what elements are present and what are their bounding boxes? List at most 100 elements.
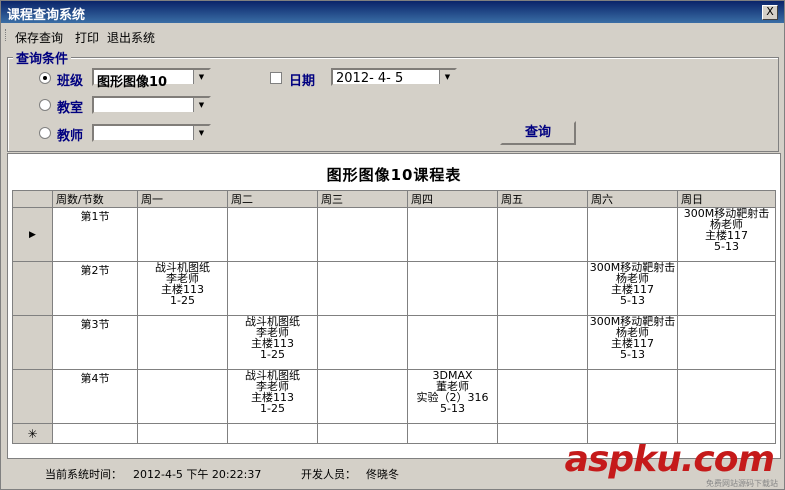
query-conditions-title: 查询条件 [13,48,72,67]
course-cell[interactable]: 战斗机图纸 李老师 主楼113 1-25 [227,369,318,424]
developer-value: 佟晓冬 [366,468,399,481]
course-cell[interactable] [137,207,228,262]
course-cell[interactable]: 战斗机图纸 李老师 主楼113 1-25 [137,261,228,316]
course-cell[interactable] [227,207,318,262]
column-header[interactable]: 周六 [587,190,678,208]
course-cell[interactable] [317,261,408,316]
column-header[interactable]: 周五 [497,190,588,208]
room-label: 教室 [57,101,84,116]
table-row[interactable]: ▶ 第1节 300M移动靶射击 杨老师 主楼117 5-13 [12,207,776,262]
course-cell[interactable]: 战斗机图纸 李老师 主楼113 1-25 [227,315,318,370]
teacher-select[interactable]: ▼ [92,124,211,142]
table-row[interactable]: 第3节 战斗机图纸 李老师 主楼113 1-25 300M移动靶射击 杨老师 主楼117 5-1… [12,315,776,370]
class-radio[interactable] [39,72,51,84]
close-button[interactable]: X [762,5,778,20]
timetable-table: 周数/节数 周一 周二 周三 周四 周五 周六 周日 ▶ 第1节 300M移动靶射击… [12,190,776,444]
slot-cell[interactable]: 第3节 [52,315,138,370]
teacher-radio[interactable] [39,127,51,139]
course-cell[interactable] [677,369,776,424]
room-radio[interactable] [39,99,51,111]
menu-item-save-query[interactable]: 保存查询 [15,29,63,46]
column-header[interactable]: 周一 [137,190,228,208]
course-cell[interactable] [677,315,776,370]
class-select-value: 图形图像10 [97,75,168,90]
empty-cell[interactable] [137,423,228,444]
course-cell[interactable] [317,315,408,370]
course-cell[interactable] [407,315,498,370]
course-cell-line: 5-13 [714,240,739,253]
new-row-selector[interactable]: ✳ [12,423,53,444]
column-header[interactable]: 周三 [317,190,408,208]
window-title: 课程查询系统 [7,8,86,23]
empty-cell[interactable] [227,423,318,444]
course-cell-line: 5-13 [620,294,645,307]
date-label: 日期 [289,74,316,89]
course-cell[interactable]: 3DMAX 董老师 实验（2）316 5-13 [407,369,498,424]
menu-item-exit[interactable]: 退出系统 [107,29,155,46]
slot-cell[interactable]: 第4节 [52,369,138,424]
table-row[interactable]: 第4节 战斗机图纸 李老师 主楼113 1-25 3DMAX 董老师 实验（2）316 5-13 [12,369,776,424]
course-cell[interactable]: 300M移动靶射击 杨老师 主楼117 5-13 [677,207,776,262]
chevron-down-icon[interactable]: ▼ [193,70,209,84]
row-selector-header [12,190,53,208]
header-row: 周数/节数 周一 周二 周三 周四 周五 周六 周日 [12,190,776,208]
menu-grip [5,29,8,41]
course-cell[interactable]: 300M移动靶射击 杨老师 主楼117 5-13 [587,315,678,370]
course-cell[interactable] [497,315,588,370]
slot-cell[interactable]: 第2节 [52,261,138,316]
chevron-down-icon[interactable]: ▼ [193,126,209,140]
system-time-value: 2012-4-5 下午 20:22:37 [133,468,262,481]
course-cell[interactable] [497,207,588,262]
course-cell[interactable] [587,207,678,262]
course-cell[interactable] [587,369,678,424]
class-select[interactable]: 图形图像10 ▼ [92,68,211,90]
teacher-label: 教师 [57,129,84,144]
query-button[interactable]: 查询 [500,121,576,145]
column-header[interactable]: 周四 [407,190,498,208]
slot-cell[interactable]: 第1节 [52,207,138,262]
course-cell-line: 5-13 [620,348,645,361]
empty-cell[interactable] [407,423,498,444]
course-cell[interactable] [227,261,318,316]
column-header[interactable]: 周数/节数 [52,190,138,208]
row-selector[interactable] [12,315,53,370]
row-selector[interactable] [12,369,53,424]
timetable-grid: 图形图像10课程表 周数/节数 周一 周二 周三 周四 周五 周六 周日 ▶ 第1… [7,153,781,459]
room-select[interactable]: ▼ [92,96,211,114]
main-window: 课程查询系统 X 保存查询 打印 退出系统 查询条件 班级 图形图像10 ▼ 日… [0,0,785,490]
course-cell[interactable] [137,315,228,370]
course-cell[interactable] [317,207,408,262]
date-picker-value: 2012- 4- 5 [336,71,404,86]
table-row[interactable]: 第2节 战斗机图纸 李老师 主楼113 1-25 300M移动靶射击 杨老师 主楼117 5-1… [12,261,776,316]
course-cell[interactable] [407,261,498,316]
date-picker[interactable]: 2012- 4- 5 ▼ [331,68,457,86]
course-cell[interactable] [677,261,776,316]
course-cell[interactable] [497,261,588,316]
column-header[interactable]: 周二 [227,190,318,208]
watermark-logo: aspku.com [564,439,775,480]
menu-item-print[interactable]: 打印 [75,29,99,46]
class-label: 班级 [57,74,84,89]
empty-cell[interactable] [52,423,138,444]
course-cell[interactable] [407,207,498,262]
watermark-subtext: 免费网站源码下载站 [706,479,778,488]
date-checkbox[interactable] [270,72,282,84]
course-cell[interactable] [317,369,408,424]
course-cell[interactable] [137,369,228,424]
course-cell-line: 1-25 [260,402,285,415]
course-cell-line: 1-25 [260,348,285,361]
chevron-down-icon[interactable]: ▼ [193,98,209,112]
row-selector[interactable] [12,261,53,316]
course-cell[interactable] [497,369,588,424]
empty-cell[interactable] [317,423,408,444]
row-selector[interactable]: ▶ [12,207,53,262]
column-header[interactable]: 周日 [677,190,776,208]
timetable-title: 图形图像10课程表 [326,166,462,184]
course-cell[interactable]: 300M移动靶射击 杨老师 主楼117 5-13 [587,261,678,316]
course-cell-line: 1-25 [170,294,195,307]
system-time-label: 当前系统时间： [45,468,122,481]
chevron-down-icon[interactable]: ▼ [439,70,455,84]
developer-label: 开发人员： [301,468,356,481]
course-cell-line: 5-13 [440,402,465,415]
title-bar: 课程查询系统 X [1,1,784,23]
